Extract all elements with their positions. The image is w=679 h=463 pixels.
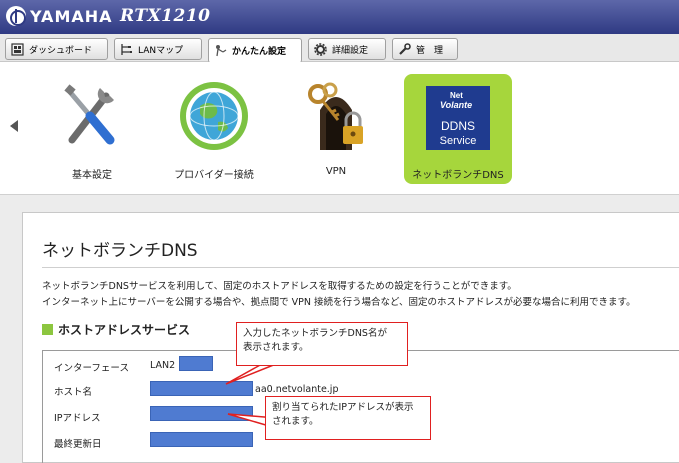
ddns-logo-line4: Service bbox=[440, 135, 477, 147]
ddns-service-icon: Net Volante DDNS Service bbox=[426, 86, 490, 150]
app-header: YAMAHA RTX1210 bbox=[0, 0, 679, 34]
tab-label: LANマップ bbox=[138, 45, 184, 56]
redacted-host-prefix bbox=[150, 381, 253, 396]
title-divider bbox=[42, 267, 679, 268]
redacted-last-updated bbox=[150, 432, 253, 447]
ip-address-label: IPアドレス bbox=[54, 413, 101, 424]
tab-management[interactable]: 管 理 bbox=[392, 38, 458, 60]
yamaha-tuning-fork-icon bbox=[6, 6, 26, 26]
tab-label: 管 理 bbox=[416, 45, 444, 56]
callout-text: 表示されます。 bbox=[243, 342, 309, 353]
gear-icon bbox=[314, 42, 327, 56]
menu-item-vpn[interactable]: VPN bbox=[282, 74, 390, 184]
globe-icon bbox=[180, 82, 248, 150]
redacted-ip-address bbox=[150, 406, 253, 421]
menu-item-netvolante-dns[interactable]: Net Volante DDNS Service ネットボランチDNS bbox=[404, 74, 512, 184]
host-name-value: aa0.netvolante.jp bbox=[255, 384, 339, 395]
main-tab-bar: ダッシュボード LANマップ かんたん設定 詳細設定 管 理 bbox=[0, 34, 679, 63]
section-marker-icon bbox=[42, 324, 53, 335]
callout-text: 入力したネットボランチDNS名が bbox=[243, 328, 387, 339]
tools-icon bbox=[64, 84, 115, 145]
dashboard-icon bbox=[11, 42, 24, 56]
host-name-label: ホスト名 bbox=[54, 387, 93, 398]
tab-lan-map[interactable]: LANマップ bbox=[114, 38, 202, 60]
page-description-line1: ネットボランチDNSサービスを利用して、固定のホストアドレスを取得するための設定… bbox=[42, 281, 517, 292]
interface-value: LAN2 bbox=[150, 360, 176, 371]
menu-item-label: 基本設定 bbox=[72, 170, 112, 181]
tab-label: かんたん設定 bbox=[232, 47, 287, 57]
easy-setup-menu: 基本設定 プロバイダー接続 VPN Net Volante DDNS Servi… bbox=[0, 62, 679, 195]
wrench-icon bbox=[398, 42, 411, 56]
interface-label: インターフェース bbox=[54, 363, 129, 374]
redacted-interface-detail bbox=[179, 356, 213, 371]
ddns-logo-line2: Volante bbox=[440, 100, 472, 110]
tab-dashboard[interactable]: ダッシュボード bbox=[5, 38, 108, 60]
yamaha-logo: YAMAHA bbox=[6, 6, 113, 26]
page-description-line2: インターネット上にサーバーを公開する場合や、拠点間で VPN 接続を行う場合など… bbox=[42, 297, 636, 308]
tab-label: 詳細設定 bbox=[332, 45, 369, 56]
menu-item-basic-settings[interactable]: 基本設定 bbox=[38, 74, 146, 184]
section-title: ホストアドレスサービス bbox=[58, 323, 191, 337]
page-title: ネットボランチDNS bbox=[42, 241, 198, 261]
previous-arrow-icon[interactable] bbox=[10, 120, 18, 132]
menu-item-label: VPN bbox=[325, 166, 347, 177]
menu-item-provider-connection[interactable]: プロバイダー接続 bbox=[160, 74, 268, 184]
callout-text: されます。 bbox=[272, 416, 319, 427]
tab-easy-setup[interactable]: かんたん設定 bbox=[208, 38, 302, 63]
tab-label: ダッシュボード bbox=[29, 45, 93, 56]
menu-item-label: ネットボランチDNS bbox=[412, 170, 504, 181]
menu-item-label: プロバイダー接続 bbox=[174, 170, 254, 181]
keys-lock-icon bbox=[308, 82, 363, 150]
callout-ip-address: 割り当てられたIPアドレスが表示 されます。 bbox=[265, 396, 431, 440]
easy-setup-icon bbox=[214, 44, 227, 57]
ddns-logo-line1: Net bbox=[450, 91, 463, 100]
tab-advanced-settings[interactable]: 詳細設定 bbox=[308, 38, 386, 60]
lan-map-icon bbox=[120, 43, 133, 56]
section-header: ホストアドレスサービス bbox=[42, 321, 190, 338]
ddns-logo-line3: DDNS bbox=[441, 119, 475, 133]
brand-name: YAMAHA bbox=[30, 6, 113, 26]
model-name: RTX1210 bbox=[120, 6, 211, 26]
callout-text: 割り当てられたIPアドレスが表示 bbox=[272, 402, 414, 413]
last-updated-label: 最終更新日 bbox=[54, 439, 102, 450]
callout-host-name: 入力したネットボランチDNS名が 表示されます。 bbox=[236, 322, 408, 366]
